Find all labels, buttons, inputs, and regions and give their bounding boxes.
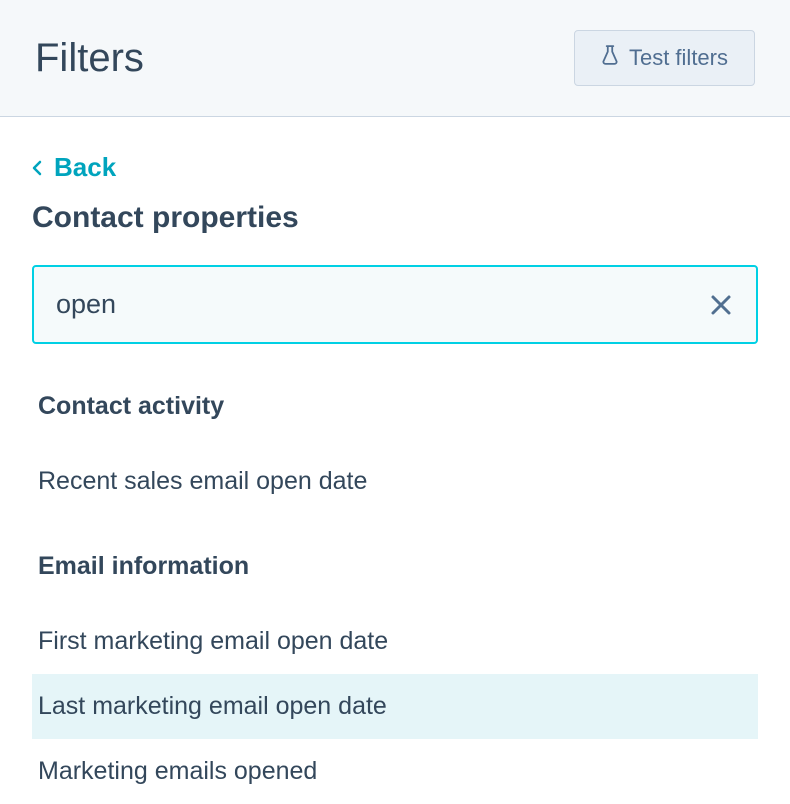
search-wrapper — [32, 265, 758, 344]
close-icon — [709, 293, 733, 317]
back-link[interactable]: Back — [32, 152, 116, 183]
property-item[interactable]: Recent sales email open date — [32, 449, 758, 514]
group-header: Contact activity — [32, 384, 758, 449]
group-header: Email information — [32, 544, 758, 609]
property-list: Contact activity Recent sales email open… — [32, 384, 758, 804]
page-title: Filters — [35, 36, 144, 81]
flask-icon — [601, 45, 619, 71]
clear-search-button[interactable] — [709, 293, 733, 317]
property-item[interactable]: Marketing emails opened — [32, 739, 758, 804]
property-item[interactable]: Last marketing email open date — [32, 674, 758, 739]
search-input[interactable] — [32, 265, 758, 344]
test-filters-label: Test filters — [629, 45, 728, 71]
content-area: Back Contact properties Contact activity… — [0, 117, 790, 804]
filters-header: Filters Test filters — [0, 0, 790, 117]
section-title: Contact properties — [32, 201, 758, 235]
chevron-left-icon — [32, 152, 42, 183]
property-item[interactable]: First marketing email open date — [32, 609, 758, 674]
test-filters-button[interactable]: Test filters — [574, 30, 755, 86]
back-label: Back — [54, 152, 116, 183]
